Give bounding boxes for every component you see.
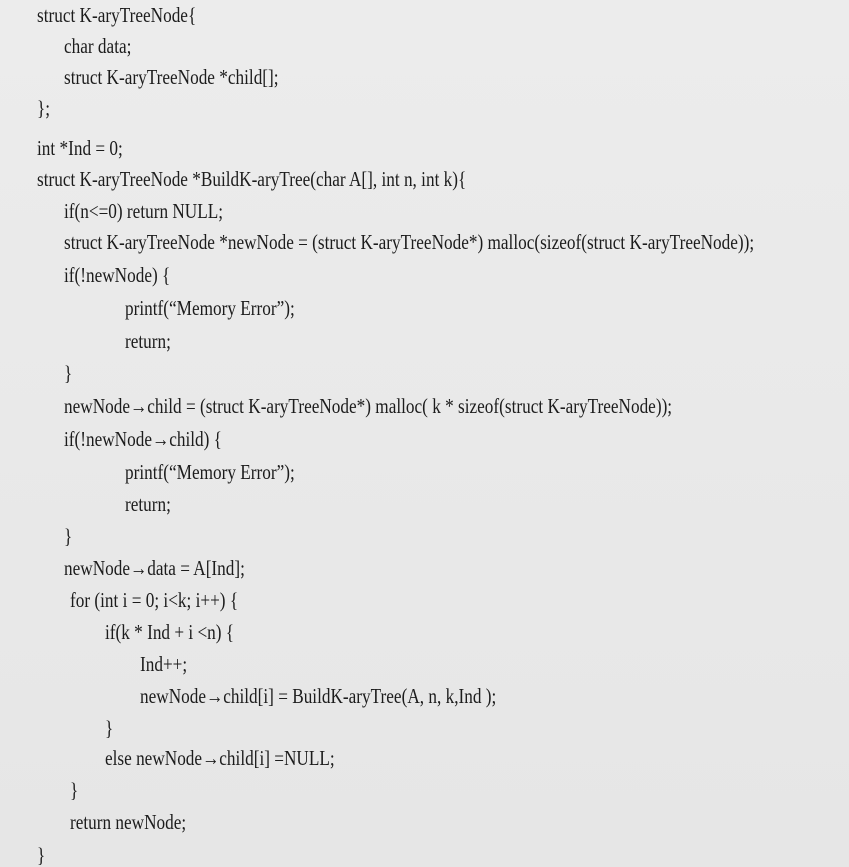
code-line: return; (125, 492, 171, 516)
code-line: newNode→child = (struct K-aryTreeNode*) … (64, 394, 673, 418)
code-line: } (37, 843, 46, 867)
code-line: for (int i = 0; i<k; i++) { (70, 588, 239, 612)
code-line: if(!newNode→child) { (64, 427, 222, 451)
code-line: } (64, 361, 73, 385)
code-line: struct K-aryTreeNode *newNode = (struct … (64, 230, 755, 254)
code-page: struct K-aryTreeNode{ char data; struct … (0, 0, 849, 867)
code-line: else newNode→child[i] =NULL; (105, 746, 335, 770)
code-line: if(n<=0) return NULL; (64, 199, 224, 223)
code-line: struct K-aryTreeNode{ (37, 3, 197, 27)
code-line: if(k * Ind + i <n) { (105, 620, 235, 644)
code-line: } (105, 716, 114, 740)
code-line: } (64, 524, 73, 548)
code-line: struct K-aryTreeNode *BuildK-aryTree(cha… (37, 167, 467, 191)
code-line: int *Ind = 0; (37, 136, 123, 160)
code-line: if(!newNode) { (64, 263, 171, 287)
code-line: return newNode; (70, 810, 187, 834)
code-line: return; (125, 329, 171, 353)
code-line: newNode→data = A[Ind]; (64, 556, 245, 580)
code-line: Ind++; (140, 652, 188, 676)
code-line: }; (37, 96, 51, 120)
code-line: struct K-aryTreeNode *child[]; (64, 65, 279, 89)
code-line: printf(“Memory Error”); (125, 296, 295, 320)
code-line: char data; (64, 34, 132, 58)
code-line: printf(“Memory Error”); (125, 460, 295, 484)
code-line: } (70, 778, 79, 802)
code-line: newNode→child[i] = BuildK-aryTree(A, n, … (140, 684, 497, 708)
